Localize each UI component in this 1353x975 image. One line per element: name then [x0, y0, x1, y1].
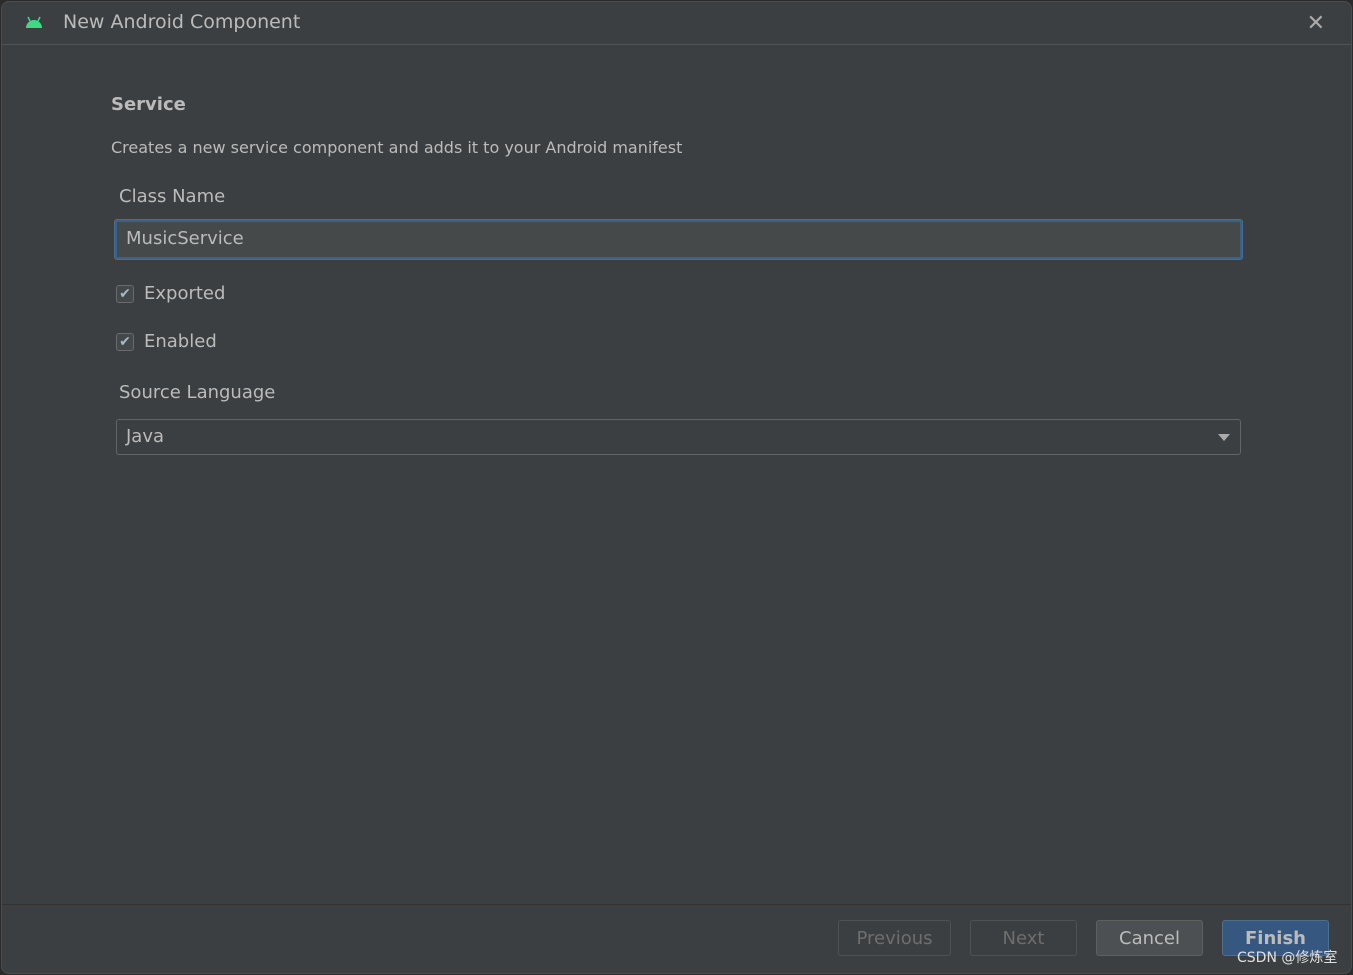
next-button[interactable]: Next: [970, 920, 1077, 956]
title-bar: New Android Component ✕: [2, 2, 1351, 45]
close-icon[interactable]: ✕: [1307, 11, 1325, 36]
class-name-input[interactable]: MusicService: [115, 220, 1242, 259]
cancel-button[interactable]: Cancel: [1096, 920, 1203, 956]
component-description: Creates a new service component and adds…: [111, 138, 683, 157]
enabled-label: Enabled: [144, 331, 217, 352]
component-heading: Service: [111, 94, 186, 115]
watermark: CSDN @修炼室: [1237, 950, 1338, 966]
dialog-title: New Android Component: [63, 11, 301, 33]
class-name-label: Class Name: [119, 186, 226, 207]
previous-button[interactable]: Previous: [838, 920, 951, 956]
checkmark-icon: ✔: [116, 332, 134, 351]
exported-label: Exported: [144, 283, 226, 304]
android-icon: [26, 16, 42, 28]
source-language-label: Source Language: [119, 382, 276, 403]
source-language-select[interactable]: Java: [116, 419, 1241, 455]
checkmark-icon: ✔: [116, 284, 134, 303]
exported-checkbox[interactable]: ✔ Exported: [116, 283, 225, 304]
source-language-value: Java: [126, 426, 165, 447]
new-android-component-dialog: New Android Component ✕ Service Creates …: [1, 1, 1352, 974]
footer-divider: [2, 904, 1351, 905]
enabled-checkbox[interactable]: ✔ Enabled: [116, 331, 217, 352]
chevron-down-icon: [1218, 434, 1230, 441]
